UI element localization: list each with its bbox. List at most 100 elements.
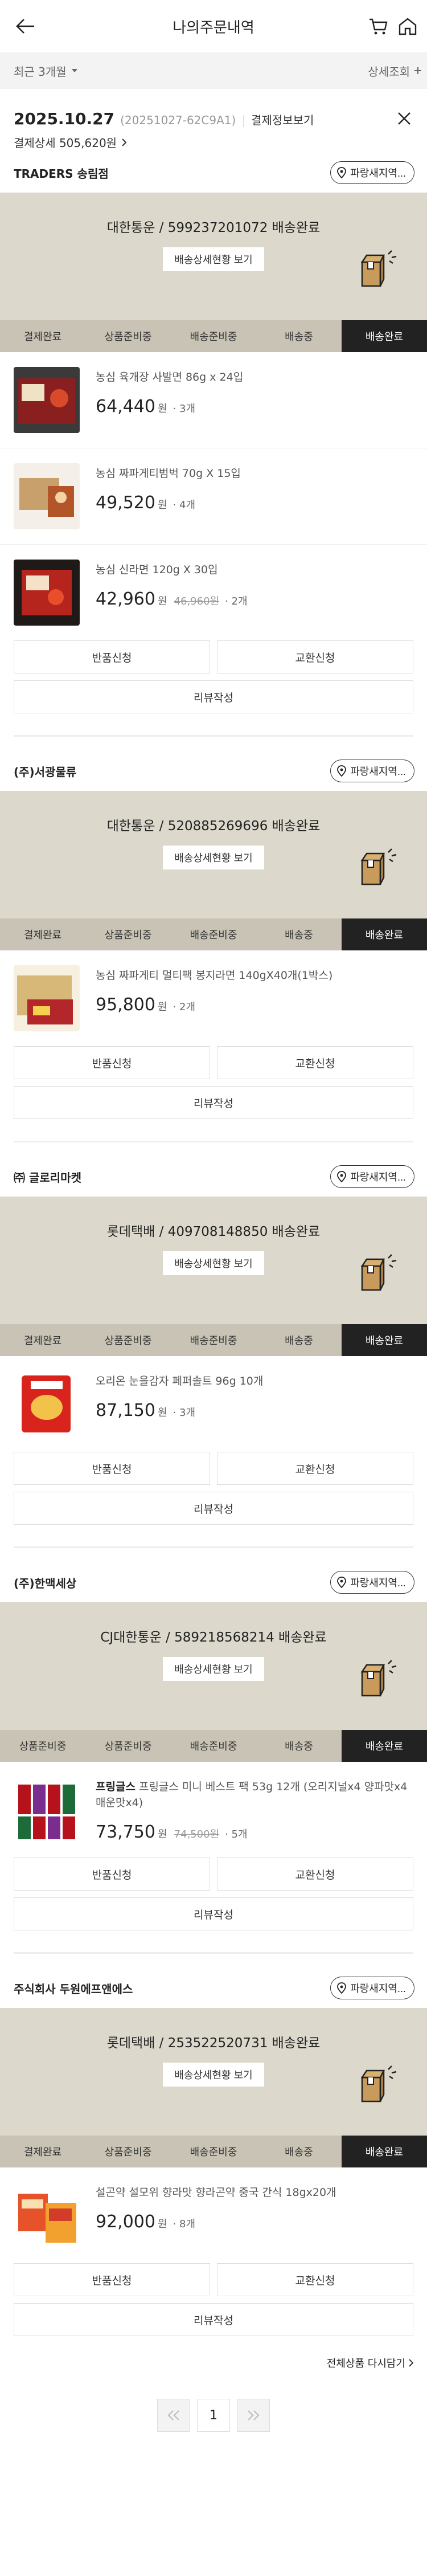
- reorder-all-link[interactable]: 전체상품 다시담기: [0, 2336, 427, 2370]
- product-thumbnail[interactable]: [14, 2182, 80, 2248]
- review-row: 리뷰작성: [0, 1891, 427, 1930]
- cart-icon[interactable]: [368, 16, 388, 36]
- write-review-button[interactable]: 리뷰작성: [14, 2303, 413, 2336]
- return-request-button[interactable]: 반품신청: [14, 1046, 210, 1079]
- currency-unit: 원: [157, 403, 167, 415]
- return-request-button[interactable]: 반품신청: [14, 1452, 210, 1485]
- product-item[interactable]: 농심 짜파게티범벅 70g X 15입 49,520 원 · 4개: [0, 448, 427, 545]
- track-delivery-button[interactable]: 배송상세현황 보기: [163, 247, 264, 271]
- product-quantity: · 3개: [173, 403, 196, 415]
- product-name[interactable]: 농심 육개장 사발면 86g x 24입: [96, 369, 243, 385]
- seller-header: 주식회사 두원에프앤에스 파랑새지역...: [0, 1968, 427, 2008]
- period-select[interactable]: 최근 3개월: [14, 63, 78, 79]
- exchange-request-button[interactable]: 교환신청: [217, 2263, 413, 2296]
- seller-name: TRADERS 송림점: [14, 166, 109, 181]
- prev-page-button[interactable]: [157, 2399, 190, 2432]
- order-header: 2025.10.27 (20251027-62C9A1) | 결제정보보기 결제…: [0, 89, 427, 150]
- product-thumbnail[interactable]: [14, 1371, 80, 1437]
- product-item[interactable]: 농심 신라면 120g X 30입 42,960 원 46,960원 · 2개: [0, 545, 427, 640]
- product-thumbnail[interactable]: [14, 463, 80, 529]
- delivery-box-icon: [360, 1254, 397, 1291]
- product-item[interactable]: 프링글스 프링글스 미니 베스트 팩 53g 12개 (오리지널x4 양파맛x4…: [0, 1762, 427, 1858]
- product-name[interactable]: 설곤약 설모위 향라맛 향라곤약 중국 간식 18gx20개: [96, 2185, 336, 2201]
- seller-name: 주식회사 두원에프앤에스: [14, 1982, 133, 1996]
- seller-name: (주)한맥세상: [14, 1576, 77, 1590]
- plus-icon: [414, 67, 421, 74]
- track-delivery-button[interactable]: 배송상세현황 보기: [163, 846, 264, 869]
- product-thumbnail[interactable]: [14, 367, 80, 433]
- pay-info-link[interactable]: 결제정보보기: [251, 111, 314, 128]
- return-request-button[interactable]: 반품신청: [14, 640, 210, 673]
- track-delivery-button[interactable]: 배송상세현황 보기: [163, 2063, 264, 2087]
- seller-block: (주)한맥세상 파랑새지역... CJ대한통운 / 589218568214 배송완…: [0, 1562, 427, 1958]
- product-thumbnail[interactable]: [14, 1777, 80, 1843]
- delivery-step: 배송완료: [342, 320, 427, 352]
- section-divider: [14, 1141, 413, 1146]
- product-name-text: 농심 짜파게티범벅 70g X 15입: [96, 467, 241, 480]
- pick-location-label: 파랑새지역...: [350, 1983, 406, 1994]
- product-item[interactable]: 설곤약 설모위 향라맛 향라곤약 중국 간식 18gx20개 92,000 원 · 8…: [0, 2167, 427, 2263]
- product-thumbnail[interactable]: [14, 560, 80, 626]
- delivery-step: 배송중: [285, 1741, 313, 1753]
- seller-block: (주)서광물류 파랑새지역... 대한통운 / 520885269696 배송완료 배…: [0, 751, 427, 1146]
- review-row: 리뷰작성: [0, 1079, 427, 1119]
- seller-header: (주)서광물류 파랑새지역...: [0, 751, 427, 791]
- product-price: 73,750: [96, 1822, 155, 1842]
- pick-location-button[interactable]: 파랑새지역...: [330, 1571, 414, 1594]
- write-review-button[interactable]: 리뷰작성: [14, 1086, 413, 1119]
- exchange-request-button[interactable]: 교환신청: [217, 1858, 413, 1891]
- delivery-step: 배송중: [285, 2146, 313, 2158]
- pick-location-button[interactable]: 파랑새지역...: [330, 1165, 414, 1188]
- next-page-button[interactable]: [237, 2399, 270, 2432]
- seller-header: (주)한맥세상 파랑새지역...: [0, 1562, 427, 1602]
- product-name[interactable]: 오리온 눈을감자 페퍼솔트 96g 10개: [96, 1373, 263, 1389]
- product-item[interactable]: 농심 육개장 사발면 86g x 24입 64,440 원 · 3개: [0, 352, 427, 448]
- track-delivery-button[interactable]: 배송상세현황 보기: [163, 1251, 264, 1275]
- delivery-step: 배송준비중: [190, 1741, 237, 1753]
- delivery-steps: 상품준비중 상품준비중 배송준비중 배송중 배송완료: [0, 1730, 427, 1762]
- detail-search-button[interactable]: 상세조회: [368, 63, 422, 79]
- write-review-button[interactable]: 리뷰작성: [14, 680, 413, 713]
- pick-location-button[interactable]: 파랑새지역...: [330, 161, 414, 184]
- reorder-all-label: 전체상품 다시담기: [326, 2358, 405, 2370]
- period-label: 최근 3개월: [14, 64, 67, 79]
- page-number[interactable]: 1: [197, 2399, 230, 2432]
- product-quantity: · 2개: [225, 595, 248, 607]
- order-date: 2025.10.27: [14, 109, 115, 128]
- return-request-button[interactable]: 반품신청: [14, 1858, 210, 1891]
- location-pin-icon: [337, 167, 347, 178]
- product-item[interactable]: 농심 짜파게티 멀티팩 봉지라면 140gX40개(1박스) 95,800 원 · 2…: [0, 950, 427, 1046]
- pick-location-label: 파랑새지역...: [350, 1171, 406, 1183]
- shipping-status-text: 대한통운 / 599237201072 배송완료: [106, 221, 321, 235]
- pick-location-label: 파랑새지역...: [350, 168, 406, 179]
- pagination: 1: [0, 2399, 427, 2432]
- home-icon[interactable]: [397, 16, 418, 36]
- exchange-request-button[interactable]: 교환신청: [217, 640, 413, 673]
- product-name[interactable]: 농심 짜파게티범벅 70g X 15입: [96, 466, 241, 481]
- product-name[interactable]: 농심 신라면 120g X 30입: [96, 562, 248, 578]
- product-name[interactable]: 농심 짜파게티 멀티팩 봉지라면 140gX40개(1박스): [96, 967, 332, 983]
- return-request-button[interactable]: 반품신청: [14, 2263, 210, 2296]
- product-name[interactable]: 프링글스 프링글스 미니 베스트 팩 53g 12개 (오리지널x4 양파맛x4…: [96, 1779, 413, 1811]
- product-item[interactable]: 오리온 눈을감자 페퍼솔트 96g 10개 87,150 원 · 3개: [0, 1356, 427, 1452]
- delivery-step: 상품준비중: [104, 1335, 152, 1347]
- double-chevron-left-icon: [167, 2410, 179, 2420]
- track-delivery-button[interactable]: 배송상세현황 보기: [163, 1657, 264, 1681]
- product-quantity: · 8개: [173, 2218, 196, 2230]
- product-quantity: · 2개: [173, 1001, 196, 1013]
- product-quantity: · 5개: [225, 1828, 248, 1840]
- pick-location-button[interactable]: 파랑새지역...: [330, 1977, 414, 1999]
- currency-unit: 원: [157, 2218, 167, 2230]
- close-icon[interactable]: [396, 111, 412, 126]
- write-review-button[interactable]: 리뷰작성: [14, 1897, 413, 1930]
- delivery-step: 배송중: [285, 331, 313, 343]
- exchange-request-button[interactable]: 교환신청: [217, 1046, 413, 1079]
- back-arrow-icon[interactable]: [14, 16, 36, 36]
- pick-location-button[interactable]: 파랑새지역...: [330, 760, 414, 782]
- payment-detail-link[interactable]: 결제상세 505,620원: [14, 134, 413, 150]
- shipping-status-text: 롯데택배 / 409708148850 배송완료: [106, 1224, 321, 1239]
- exchange-request-button[interactable]: 교환신청: [217, 1452, 413, 1485]
- product-thumbnail[interactable]: [14, 965, 80, 1031]
- delivery-box-icon: [360, 250, 397, 287]
- write-review-button[interactable]: 리뷰작성: [14, 1492, 413, 1525]
